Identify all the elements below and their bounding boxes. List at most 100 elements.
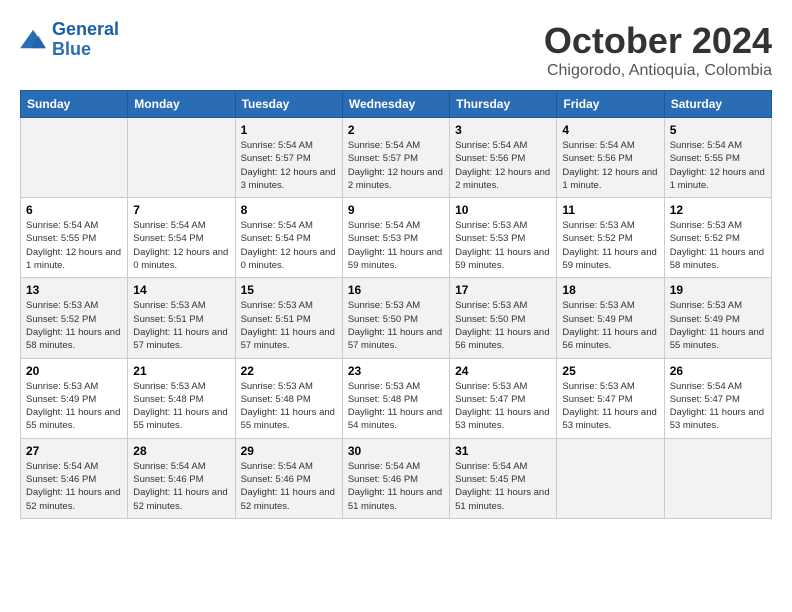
day-number: 13 — [26, 283, 122, 297]
calendar-cell: 19 Sunrise: 5:53 AMSunset: 5:49 PMDayligh… — [664, 278, 771, 358]
day-number: 26 — [670, 364, 766, 378]
calendar-cell: 21Sunrise: 5:53 AMSunset: 5:48 PMDayligh… — [128, 358, 235, 438]
day-number: 11 — [562, 203, 658, 217]
day-info: Sunrise: 5:53 AMSunset: 5:52 PMDaylight:… — [670, 219, 766, 272]
calendar-cell: 30Sunrise: 5:54 AMSunset: 5:46 PMDayligh… — [342, 438, 449, 518]
day-info: Sunrise: 5:54 AMSunset: 5:45 PMDaylight:… — [455, 460, 551, 513]
day-info: Sunrise: 5:54 AMSunset: 5:57 PMDaylight:… — [348, 139, 444, 192]
week-row-2: 6 Sunrise: 5:54 AMSunset: 5:55 PMDaylight… — [21, 198, 772, 278]
day-number: 25 — [562, 364, 658, 378]
day-number: 4 — [562, 123, 658, 137]
day-info: Sunrise: 5:54 AMSunset: 5:56 PMDaylight:… — [562, 139, 658, 192]
header-cell-thursday: Thursday — [450, 91, 557, 118]
calendar-cell: 8 Sunrise: 5:54 AMSunset: 5:54 PMDaylight… — [235, 198, 342, 278]
day-number: 29 — [241, 444, 337, 458]
calendar-cell: 14 Sunrise: 5:53 AMSunset: 5:51 PMDayligh… — [128, 278, 235, 358]
day-number: 20 — [26, 364, 122, 378]
calendar-cell: 23 Sunrise: 5:53 AMSunset: 5:48 PMDayligh… — [342, 358, 449, 438]
day-info: Sunrise: 5:53 AMSunset: 5:49 PMDaylight:… — [670, 299, 766, 352]
logo: General Blue — [20, 20, 119, 60]
title-block: October 2024 Chigorodo, Antioquia, Colom… — [544, 20, 772, 80]
calendar-cell: 13Sunrise: 5:53 AMSunset: 5:52 PMDayligh… — [21, 278, 128, 358]
calendar-cell: 5 Sunrise: 5:54 AMSunset: 5:55 PMDaylight… — [664, 118, 771, 198]
location-title: Chigorodo, Antioquia, Colombia — [544, 62, 772, 80]
week-row-5: 27 Sunrise: 5:54 AMSunset: 5:46 PMDayligh… — [21, 438, 772, 518]
day-info: Sunrise: 5:53 AMSunset: 5:49 PMDaylight:… — [562, 299, 658, 352]
calendar-cell: 18 Sunrise: 5:53 AMSunset: 5:49 PMDayligh… — [557, 278, 664, 358]
day-number: 5 — [670, 123, 766, 137]
header-cell-monday: Monday — [128, 91, 235, 118]
day-number: 14 — [133, 283, 229, 297]
calendar-cell: 6 Sunrise: 5:54 AMSunset: 5:55 PMDaylight… — [21, 198, 128, 278]
day-number: 18 — [562, 283, 658, 297]
logo-icon — [20, 28, 48, 52]
calendar-cell: 12 Sunrise: 5:53 AMSunset: 5:52 PMDayligh… — [664, 198, 771, 278]
day-number: 27 — [26, 444, 122, 458]
calendar-cell — [664, 438, 771, 518]
day-number: 1 — [241, 123, 337, 137]
calendar-cell: 25Sunrise: 5:53 AMSunset: 5:47 PMDayligh… — [557, 358, 664, 438]
header-cell-sunday: Sunday — [21, 91, 128, 118]
day-info: Sunrise: 5:54 AMSunset: 5:54 PMDaylight:… — [133, 219, 229, 272]
day-info: Sunrise: 5:54 AMSunset: 5:46 PMDaylight:… — [241, 460, 337, 513]
calendar-cell: 31 Sunrise: 5:54 AMSunset: 5:45 PMDayligh… — [450, 438, 557, 518]
calendar-cell: 3 Sunrise: 5:54 AMSunset: 5:56 PMDaylight… — [450, 118, 557, 198]
month-title: October 2024 — [544, 20, 772, 62]
calendar-cell: 22Sunrise: 5:53 AMSunset: 5:48 PMDayligh… — [235, 358, 342, 438]
calendar-cell — [557, 438, 664, 518]
day-info: Sunrise: 5:53 AMSunset: 5:50 PMDaylight:… — [348, 299, 444, 352]
week-row-4: 20 Sunrise: 5:53 AMSunset: 5:49 PMDayligh… — [21, 358, 772, 438]
day-number: 22 — [241, 364, 337, 378]
calendar-cell: 10Sunrise: 5:53 AMSunset: 5:53 PMDayligh… — [450, 198, 557, 278]
day-info: Sunrise: 5:54 AMSunset: 5:46 PMDaylight:… — [133, 460, 229, 513]
day-number: 17 — [455, 283, 551, 297]
week-row-3: 13Sunrise: 5:53 AMSunset: 5:52 PMDayligh… — [21, 278, 772, 358]
day-info: Sunrise: 5:54 AMSunset: 5:55 PMDaylight:… — [670, 139, 766, 192]
calendar-cell: 29 Sunrise: 5:54 AMSunset: 5:46 PMDayligh… — [235, 438, 342, 518]
day-info: Sunrise: 5:53 AMSunset: 5:51 PMDaylight:… — [241, 299, 337, 352]
day-number: 16 — [348, 283, 444, 297]
day-number: 19 — [670, 283, 766, 297]
calendar-table: SundayMondayTuesdayWednesdayThursdayFrid… — [20, 90, 772, 519]
calendar-cell: 28Sunrise: 5:54 AMSunset: 5:46 PMDayligh… — [128, 438, 235, 518]
day-info: Sunrise: 5:54 AMSunset: 5:53 PMDaylight:… — [348, 219, 444, 272]
day-number: 23 — [348, 364, 444, 378]
day-info: Sunrise: 5:54 AMSunset: 5:57 PMDaylight:… — [241, 139, 337, 192]
calendar-cell: 17 Sunrise: 5:53 AMSunset: 5:50 PMDayligh… — [450, 278, 557, 358]
day-info: Sunrise: 5:54 AMSunset: 5:56 PMDaylight:… — [455, 139, 551, 192]
week-row-1: 1 Sunrise: 5:54 AMSunset: 5:57 PMDaylight… — [21, 118, 772, 198]
calendar-cell: 26 Sunrise: 5:54 AMSunset: 5:47 PMDayligh… — [664, 358, 771, 438]
calendar-cell — [21, 118, 128, 198]
day-number: 10 — [455, 203, 551, 217]
calendar-cell: 16 Sunrise: 5:53 AMSunset: 5:50 PMDayligh… — [342, 278, 449, 358]
day-number: 6 — [26, 203, 122, 217]
logo-text: General Blue — [52, 20, 119, 60]
header-cell-friday: Friday — [557, 91, 664, 118]
calendar-cell: 7 Sunrise: 5:54 AMSunset: 5:54 PMDaylight… — [128, 198, 235, 278]
day-info: Sunrise: 5:53 AMSunset: 5:52 PMDaylight:… — [562, 219, 658, 272]
day-number: 21 — [133, 364, 229, 378]
day-info: Sunrise: 5:54 AMSunset: 5:46 PMDaylight:… — [26, 460, 122, 513]
header-row: SundayMondayTuesdayWednesdayThursdayFrid… — [21, 91, 772, 118]
calendar-cell: 15Sunrise: 5:53 AMSunset: 5:51 PMDayligh… — [235, 278, 342, 358]
calendar-cell: 20 Sunrise: 5:53 AMSunset: 5:49 PMDayligh… — [21, 358, 128, 438]
day-number: 7 — [133, 203, 229, 217]
day-info: Sunrise: 5:53 AMSunset: 5:50 PMDaylight:… — [455, 299, 551, 352]
day-info: Sunrise: 5:54 AMSunset: 5:47 PMDaylight:… — [670, 380, 766, 433]
day-number: 9 — [348, 203, 444, 217]
page-header: General Blue October 2024 Chigorodo, Ant… — [20, 20, 772, 80]
day-info: Sunrise: 5:53 AMSunset: 5:49 PMDaylight:… — [26, 380, 122, 433]
header-cell-tuesday: Tuesday — [235, 91, 342, 118]
day-number: 8 — [241, 203, 337, 217]
day-number: 31 — [455, 444, 551, 458]
day-info: Sunrise: 5:53 AMSunset: 5:48 PMDaylight:… — [348, 380, 444, 433]
day-info: Sunrise: 5:53 AMSunset: 5:51 PMDaylight:… — [133, 299, 229, 352]
day-number: 3 — [455, 123, 551, 137]
calendar-cell: 11 Sunrise: 5:53 AMSunset: 5:52 PMDayligh… — [557, 198, 664, 278]
day-info: Sunrise: 5:54 AMSunset: 5:55 PMDaylight:… — [26, 219, 122, 272]
day-info: Sunrise: 5:54 AMSunset: 5:54 PMDaylight:… — [241, 219, 337, 272]
day-number: 12 — [670, 203, 766, 217]
day-number: 30 — [348, 444, 444, 458]
day-number: 2 — [348, 123, 444, 137]
header-cell-saturday: Saturday — [664, 91, 771, 118]
